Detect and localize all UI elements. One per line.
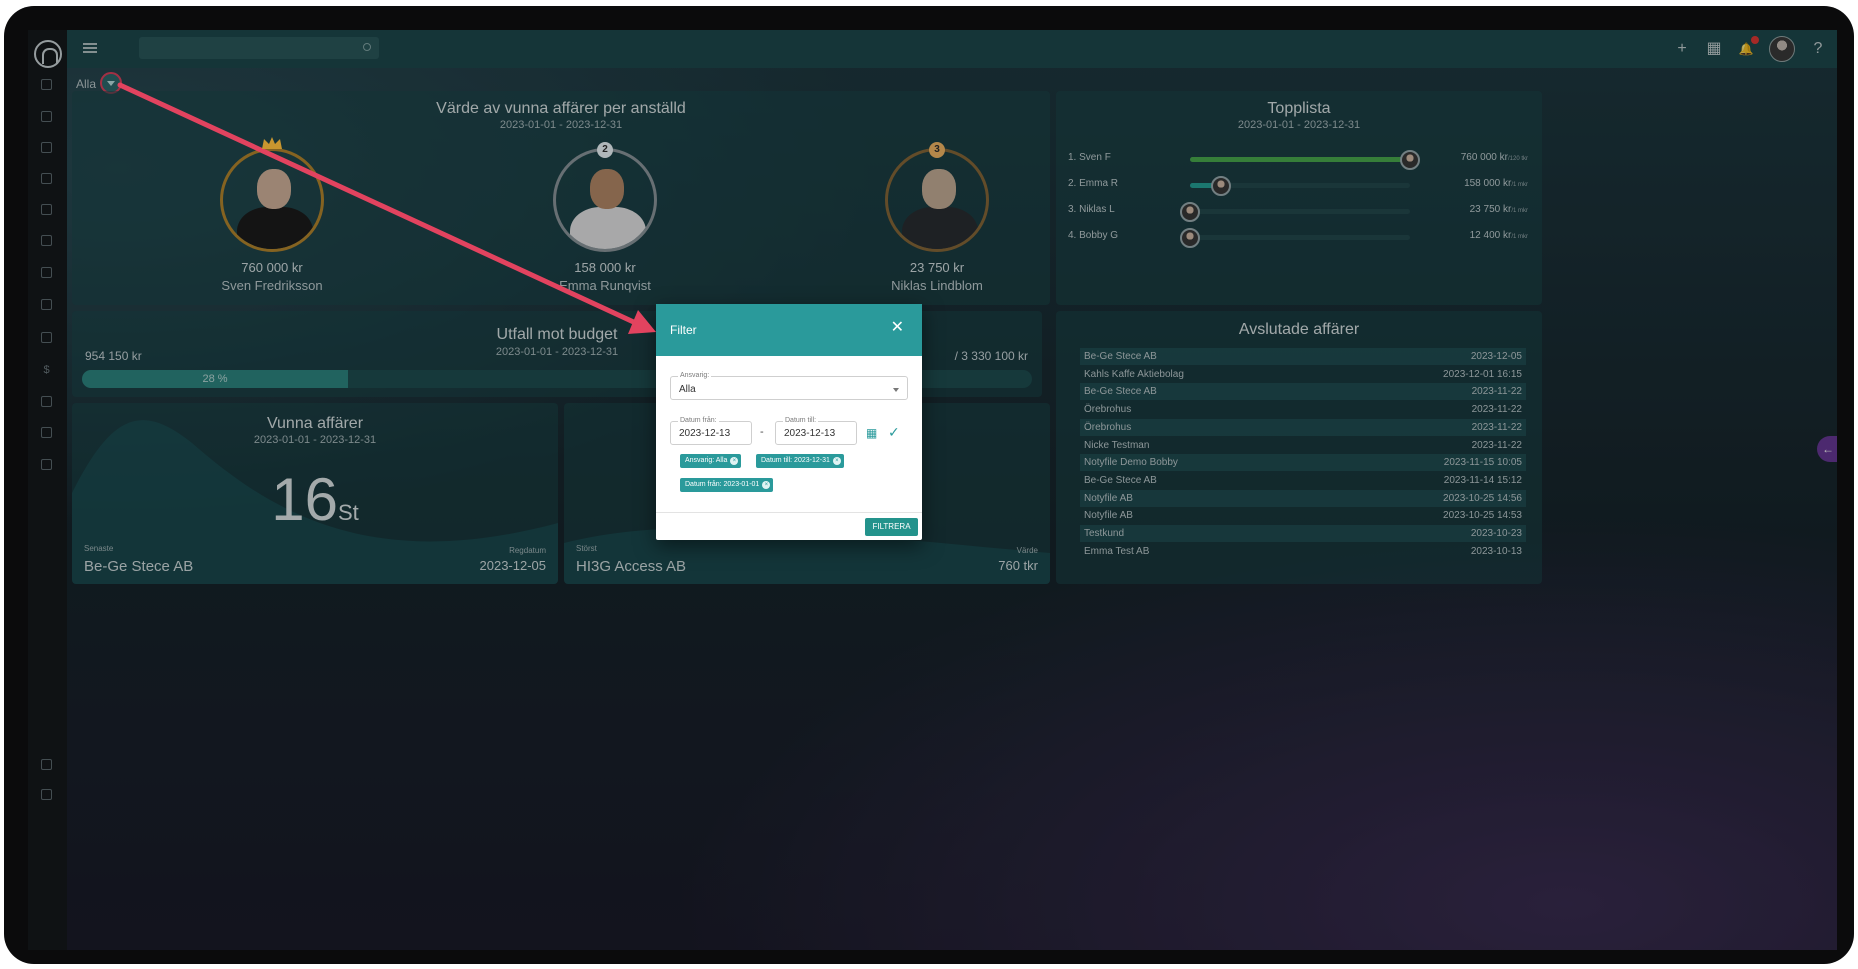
crown-icon [262, 137, 282, 149]
calendar-picker-icon[interactable]: ▦ [866, 426, 877, 440]
modal-divider [656, 512, 922, 513]
chevron-down-icon [893, 388, 899, 392]
filter-chip-label: Datum från: 2023-01-01 [685, 481, 760, 488]
date-from-label: Datum från: [678, 417, 719, 424]
filter-modal-header: Filter ✕ [656, 304, 922, 356]
chip-close-icon[interactable]: × [762, 481, 771, 489]
responsible-select[interactable]: Ansvarig: Alla [670, 372, 908, 400]
modal-overlay[interactable] [28, 30, 1837, 950]
filter-chip-label: Ansvarig: Alla [685, 457, 728, 464]
date-from-input[interactable]: Datum från: 2023-12-13 [670, 417, 752, 445]
device-frame: $ + ▦ 🔔 ? Alla Värde av vunna affärer pe… [4, 6, 1854, 964]
responsible-label: Ansvarig: [678, 372, 712, 379]
rank-badge: 2 [597, 142, 613, 158]
filter-chip-label: Datum till: 2023-12-31 [761, 457, 830, 464]
date-from-value: 2023-12-13 [679, 428, 731, 439]
filter-chip[interactable]: Datum till: 2023-12-31 × [756, 454, 844, 468]
chip-close-icon[interactable]: × [730, 457, 739, 465]
filter-chip[interactable]: Datum från: 2023-01-01 × [680, 478, 774, 492]
close-icon[interactable]: ✕ [891, 320, 904, 336]
check-icon[interactable]: ✓ [888, 424, 900, 441]
rank-badge: 3 [929, 142, 945, 158]
filter-modal: Filter ✕ Ansvarig: Alla Datum från: 2023… [656, 304, 922, 540]
date-to-label: Datum till: [783, 417, 819, 424]
filter-submit-button[interactable]: FILTRERA [865, 518, 918, 536]
date-to-input[interactable]: Datum till: 2023-12-13 [775, 417, 857, 445]
date-to-value: 2023-12-13 [784, 428, 836, 439]
app-screen: $ + ▦ 🔔 ? Alla Värde av vunna affärer pe… [28, 30, 1837, 950]
date-separator: - [760, 426, 764, 438]
filter-chip[interactable]: Ansvarig: Alla × [680, 454, 742, 468]
filter-modal-title: Filter [670, 323, 697, 337]
chip-close-icon[interactable]: × [832, 457, 841, 465]
responsible-value: Alla [679, 384, 696, 395]
